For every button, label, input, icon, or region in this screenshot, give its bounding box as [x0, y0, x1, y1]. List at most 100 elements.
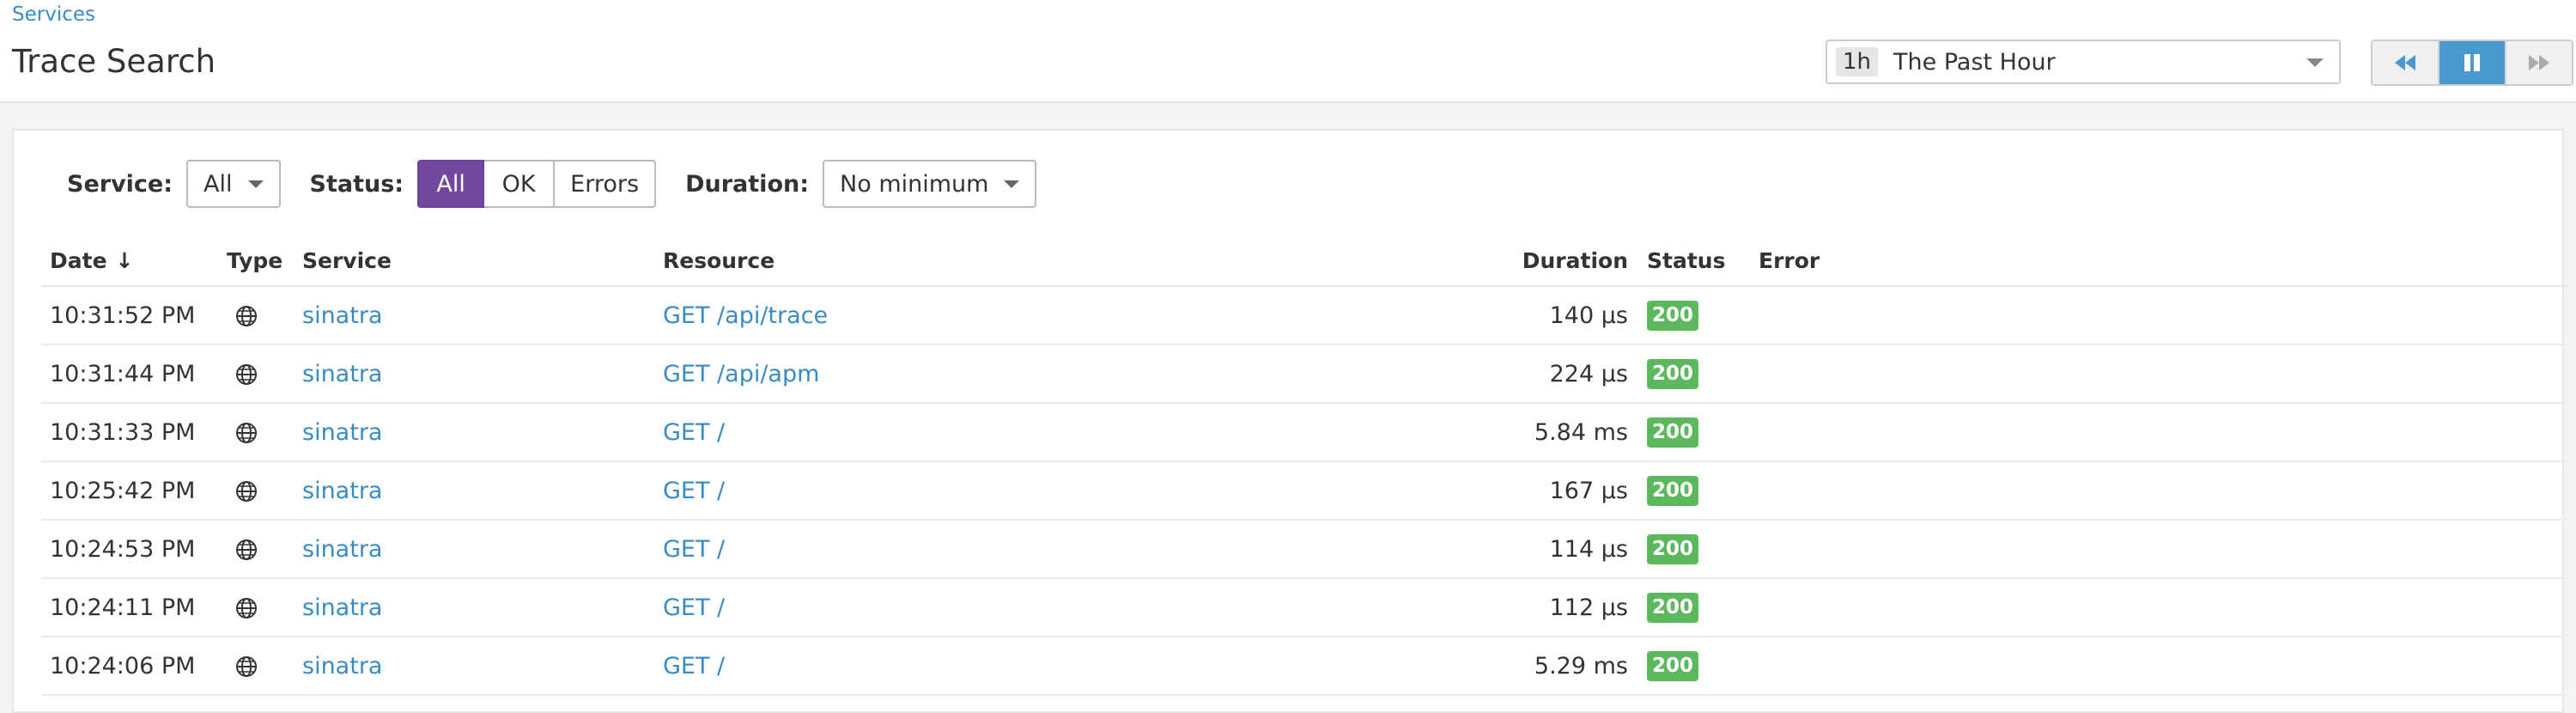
service-filter-value: All: [204, 170, 233, 198]
globe-icon: [235, 597, 258, 619]
table-row[interactable]: 10:24:06 PM sinatra GET / 5.29 ms 200: [41, 637, 2567, 696]
row-status: 200: [1628, 344, 1759, 404]
row-type: [227, 637, 302, 696]
status-badge: 200: [1647, 475, 1699, 506]
row-duration: 140 μs: [1401, 286, 1628, 345]
row-duration: 224 μs: [1401, 344, 1628, 404]
status-badge: 200: [1647, 358, 1699, 389]
chevron-down-icon: [1004, 180, 1020, 188]
row-date: 10:31:52 PM: [41, 286, 227, 345]
service-link[interactable]: sinatra: [302, 419, 382, 446]
row-resource: GET /api/apm: [663, 344, 1401, 404]
chevron-down-icon: [2306, 58, 2324, 67]
service-filter-select[interactable]: All: [186, 160, 281, 208]
live-player-controls: [2371, 40, 2573, 86]
row-error: [1759, 286, 2567, 345]
status-badge: 200: [1647, 417, 1699, 448]
service-link[interactable]: sinatra: [302, 302, 382, 329]
resource-link[interactable]: GET /api/trace: [663, 302, 828, 329]
timeframe-select[interactable]: 1h The Past Hour: [1826, 40, 2341, 84]
service-link[interactable]: sinatra: [302, 361, 382, 387]
status-badge: 200: [1647, 592, 1699, 623]
row-type: [227, 520, 302, 579]
resource-link[interactable]: GET /: [663, 419, 725, 446]
status-option-ok[interactable]: OK: [484, 160, 556, 208]
column-header-service: Service: [302, 235, 663, 287]
row-duration: 5.29 ms: [1401, 637, 1628, 696]
globe-icon: [235, 305, 258, 327]
row-resource: GET /: [663, 403, 1401, 462]
row-date: 10:25:42 PM: [41, 461, 227, 521]
row-date: 10:24:06 PM: [41, 637, 227, 696]
fast-forward-icon: [2529, 55, 2549, 70]
status-option-errors[interactable]: Errors: [555, 160, 657, 208]
resource-link[interactable]: GET /: [663, 478, 725, 504]
row-date: 10:24:11 PM: [41, 578, 227, 637]
rewind-icon: [2395, 55, 2415, 70]
table-row[interactable]: 10:24:53 PM sinatra GET / 114 μs 200: [41, 520, 2567, 579]
row-service: sinatra: [302, 403, 663, 462]
row-error: [1759, 461, 2567, 521]
globe-icon: [235, 422, 258, 444]
row-status: 200: [1628, 461, 1759, 521]
table-header-row: Date ↓ Type Service Resource Duration Sta…: [41, 235, 2567, 287]
row-resource: GET /: [663, 520, 1401, 579]
pause-icon: [2464, 54, 2480, 71]
fast-forward-button[interactable]: [2506, 41, 2572, 84]
row-error: [1759, 520, 2567, 579]
column-header-date[interactable]: Date ↓: [41, 235, 227, 287]
row-error: [1759, 637, 2567, 696]
row-error: [1759, 578, 2567, 637]
duration-filter-value: No minimum: [840, 170, 989, 198]
row-duration: 167 μs: [1401, 461, 1628, 521]
row-status: 200: [1628, 520, 1759, 579]
resource-link[interactable]: GET /: [663, 536, 725, 563]
column-header-status: Status: [1628, 235, 1759, 287]
row-resource: GET /: [663, 637, 1401, 696]
timeframe-abbr: 1h: [1836, 47, 1879, 76]
row-date: 10:31:44 PM: [41, 344, 227, 404]
traces-table: Date ↓ Type Service Resource Duration Sta…: [41, 235, 2567, 696]
chevron-down-icon: [247, 180, 264, 188]
service-link[interactable]: sinatra: [302, 594, 382, 621]
resource-link[interactable]: GET /: [663, 594, 725, 621]
service-link[interactable]: sinatra: [302, 653, 382, 679]
column-header-error: Error: [1759, 235, 2567, 287]
breadcrumb-services[interactable]: Services: [12, 3, 95, 26]
row-type: [227, 461, 302, 521]
status-option-all[interactable]: All: [417, 160, 485, 208]
resource-link[interactable]: GET /api/apm: [663, 361, 819, 387]
status-filter-label: Status:: [309, 170, 404, 198]
row-service: sinatra: [302, 520, 663, 579]
table-row[interactable]: 10:31:44 PM sinatra GET /api/apm 224 μs 200: [41, 344, 2567, 404]
service-link[interactable]: sinatra: [302, 536, 382, 563]
row-status: 200: [1628, 578, 1759, 637]
resource-link[interactable]: GET /: [663, 653, 725, 679]
status-badge: 200: [1647, 650, 1699, 681]
globe-icon: [235, 363, 258, 386]
table-row[interactable]: 10:24:11 PM sinatra GET / 112 μs 200: [41, 578, 2567, 637]
column-header-type: Type: [227, 235, 302, 287]
row-duration: 114 μs: [1401, 520, 1628, 579]
sort-desc-icon: ↓: [115, 247, 134, 273]
row-duration: 112 μs: [1401, 578, 1628, 637]
row-error: [1759, 344, 2567, 404]
table-row[interactable]: 10:31:33 PM sinatra GET / 5.84 ms 200: [41, 403, 2567, 462]
filter-bar: Service: All Status: All OK Errors Durat…: [67, 160, 1037, 208]
row-status: 200: [1628, 286, 1759, 345]
globe-icon: [235, 655, 258, 678]
row-duration: 5.84 ms: [1401, 403, 1628, 462]
pause-button[interactable]: [2439, 41, 2506, 84]
status-badge: 200: [1647, 533, 1699, 564]
table-row[interactable]: 10:25:42 PM sinatra GET / 167 μs 200: [41, 461, 2567, 521]
service-link[interactable]: sinatra: [302, 478, 382, 504]
row-status: 200: [1628, 403, 1759, 462]
duration-filter-label: Duration:: [685, 170, 810, 198]
row-service: sinatra: [302, 637, 663, 696]
row-error: [1759, 403, 2567, 462]
rewind-button[interactable]: [2372, 41, 2439, 84]
row-service: sinatra: [302, 344, 663, 404]
duration-filter-select[interactable]: No minimum: [823, 160, 1037, 208]
table-row[interactable]: 10:31:52 PM sinatra GET /api/trace 140 μs 20…: [41, 286, 2567, 345]
row-date: 10:24:53 PM: [41, 520, 227, 579]
